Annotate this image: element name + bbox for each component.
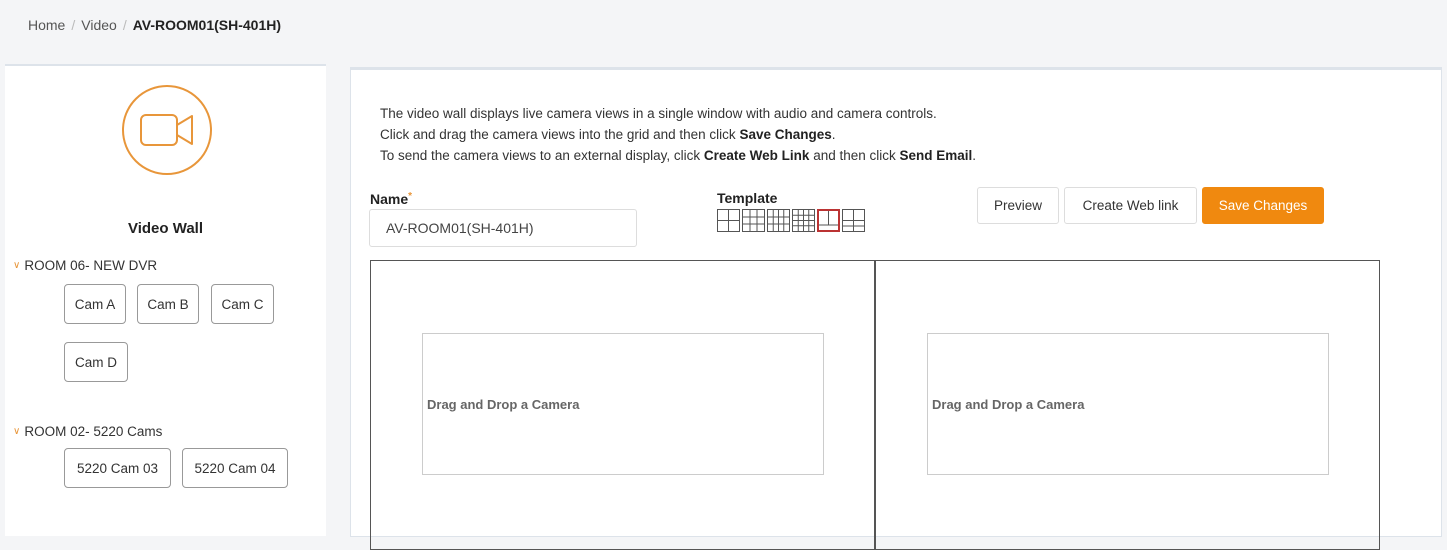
camera-item[interactable]: Cam C: [211, 284, 274, 324]
template-4x3-option[interactable]: [767, 209, 790, 232]
video-camera-icon: [122, 85, 212, 175]
name-input[interactable]: [369, 209, 637, 247]
room-label: ROOM 02- 5220 Cams: [24, 424, 163, 439]
instructions: The video wall displays live camera view…: [380, 103, 976, 166]
breadcrumb-separator: /: [71, 17, 76, 33]
breadcrumb: Home / Video / AV-ROOM01(SH-401H): [28, 14, 281, 36]
template-label: Template: [717, 190, 778, 206]
breadcrumb-video[interactable]: Video: [81, 17, 117, 33]
video-wall-editor: The video wall displays live camera view…: [350, 67, 1442, 550]
room-group-toggle[interactable]: ∨ ROOM 06- NEW DVR: [13, 258, 157, 273]
template-4x4-option[interactable]: [792, 209, 815, 232]
create-web-link-button[interactable]: Create Web link: [1064, 187, 1197, 224]
camera-item[interactable]: Cam D: [64, 342, 128, 382]
preview-button[interactable]: Preview: [977, 187, 1059, 224]
breadcrumb-current: AV-ROOM01(SH-401H): [132, 17, 282, 33]
template-3x3-option[interactable]: [742, 209, 765, 232]
breadcrumb-home[interactable]: Home: [28, 17, 65, 33]
room-group-toggle[interactable]: ∨ ROOM 02- 5220 Cams: [13, 424, 162, 439]
video-wall-grid: Drag and Drop a Camera Drag and Drop a C…: [370, 260, 1380, 550]
camera-drop-zone[interactable]: Drag and Drop a Camera: [927, 333, 1329, 475]
room-label: ROOM 06- NEW DVR: [24, 258, 158, 273]
template-1plus2-option[interactable]: [817, 209, 840, 232]
video-wall-sidebar: Video Wall ∨ ROOM 06- NEW DVR Cam A Cam …: [5, 64, 326, 536]
chevron-down-icon: ∨: [13, 260, 21, 271]
instruction-line: To send the camera views to an external …: [380, 148, 977, 163]
instruction-line: Click and drag the camera views into the…: [380, 127, 836, 142]
camera-drop-zone[interactable]: Drag and Drop a Camera: [422, 333, 824, 475]
chevron-down-icon: ∨: [13, 426, 21, 437]
grid-divider: [874, 261, 876, 549]
name-label: Name*: [370, 191, 413, 207]
camera-item[interactable]: Cam A: [64, 284, 126, 324]
save-changes-button[interactable]: Save Changes: [1202, 187, 1324, 224]
sidebar-title: Video Wall: [127, 220, 203, 237]
camera-item[interactable]: Cam B: [137, 284, 199, 324]
template-2x2-alt-option[interactable]: [842, 209, 865, 232]
template-2x2-option[interactable]: [717, 209, 740, 232]
camera-item[interactable]: 5220 Cam 04: [182, 448, 288, 488]
instruction-line: The video wall displays live camera view…: [380, 106, 937, 121]
template-selector: [717, 209, 865, 232]
breadcrumb-separator: /: [122, 17, 127, 33]
camera-item[interactable]: 5220 Cam 03: [64, 448, 171, 488]
